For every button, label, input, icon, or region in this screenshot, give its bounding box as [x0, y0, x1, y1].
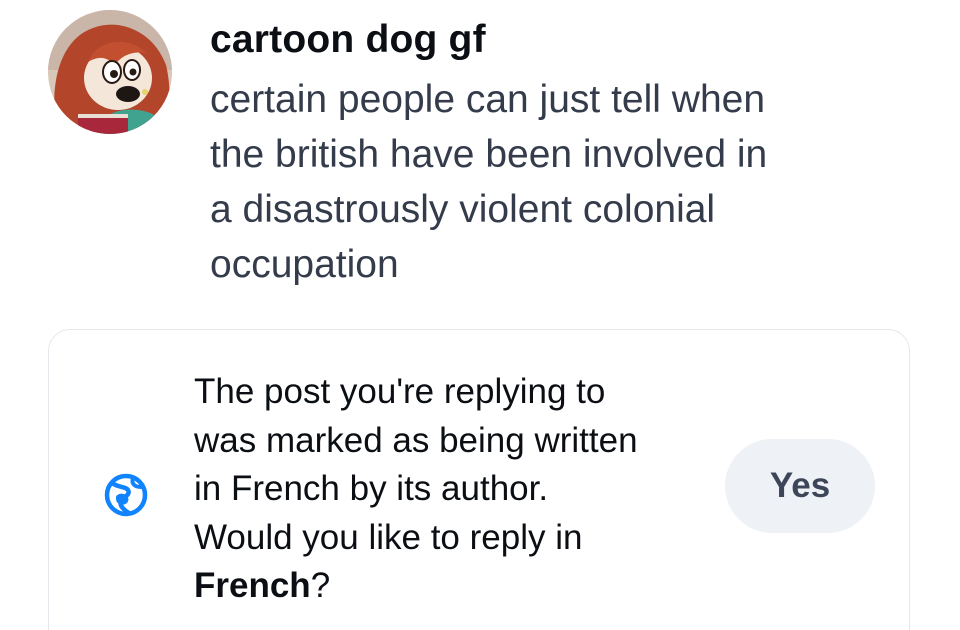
post-text-line: certain people can just tell when — [210, 78, 766, 121]
globe-icon — [101, 470, 151, 520]
prompt-line: was marked as being written — [194, 420, 638, 460]
prompt-line: Would you like to reply in — [194, 517, 583, 557]
avatar[interactable] — [48, 10, 172, 134]
post-text-line: a disastrously violent colonial — [210, 188, 716, 231]
post-text-line: occupation — [210, 243, 399, 286]
cartoon-dog-avatar-icon — [48, 10, 172, 134]
post-text-line: the british have been involved in — [210, 133, 768, 176]
yes-button[interactable]: Yes — [725, 439, 875, 533]
prompt-suffix: ? — [310, 566, 331, 605]
reply-screen: cartoon dog gf certain people can just t… — [0, 0, 960, 630]
post-text: certain people can just tell when the br… — [210, 72, 910, 292]
prompt-last-line: French? — [194, 562, 714, 611]
language-name: French — [194, 566, 311, 605]
post-body: cartoon dog gf certain people can just t… — [210, 10, 910, 292]
prompt-line: The post you're replying to — [194, 372, 606, 411]
prompt-line: in French by its author. — [194, 469, 549, 508]
language-suggestion-card: The post you're replying to was marked a… — [48, 329, 910, 630]
language-prompt-text: The post you're replying to was marked a… — [194, 368, 714, 611]
post-author[interactable]: cartoon dog gf — [210, 12, 910, 68]
